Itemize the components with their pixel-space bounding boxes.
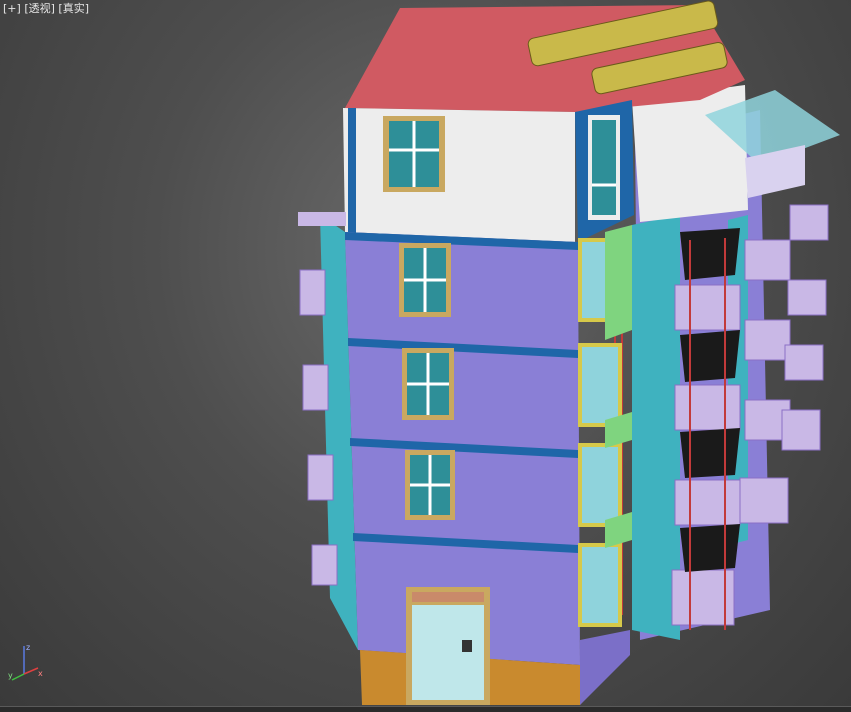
bay-windows	[578, 225, 632, 627]
base-shadow	[580, 630, 630, 705]
axis-x-label: x	[38, 669, 43, 678]
blue-trim	[348, 108, 356, 233]
top-floor-front	[343, 108, 575, 242]
right-wing-top	[632, 85, 748, 222]
window	[588, 115, 620, 220]
axis-y-label: y	[8, 671, 13, 680]
window	[402, 348, 454, 420]
axis-gizmo: z x y	[8, 643, 43, 681]
entrance-door	[406, 587, 490, 705]
viewport-bottom-border	[0, 706, 851, 712]
axis-y-line	[11, 673, 25, 681]
window	[399, 243, 451, 317]
3d-viewport[interactable]: [+] [透视] [真实] z x y	[0, 0, 851, 712]
window	[405, 450, 455, 520]
building-model[interactable]	[0, 0, 851, 711]
window	[383, 116, 445, 192]
axis-z-label: z	[26, 643, 30, 652]
axis-x-line	[23, 667, 39, 675]
